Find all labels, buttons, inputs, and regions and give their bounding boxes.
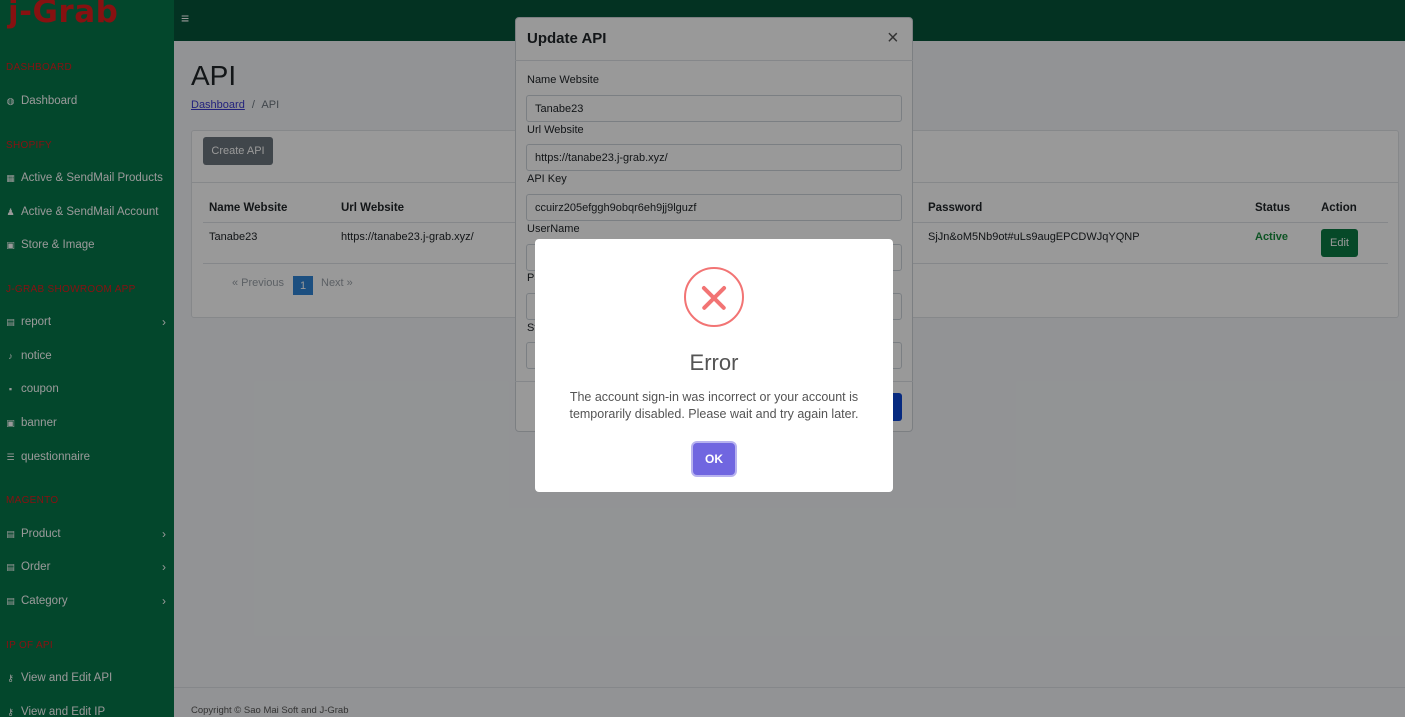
error-x-icon xyxy=(684,267,744,327)
alert-message: The account sign-in was incorrect or you… xyxy=(569,390,859,421)
alert-title: Error xyxy=(689,350,739,375)
ok-button[interactable]: OK xyxy=(693,443,735,475)
